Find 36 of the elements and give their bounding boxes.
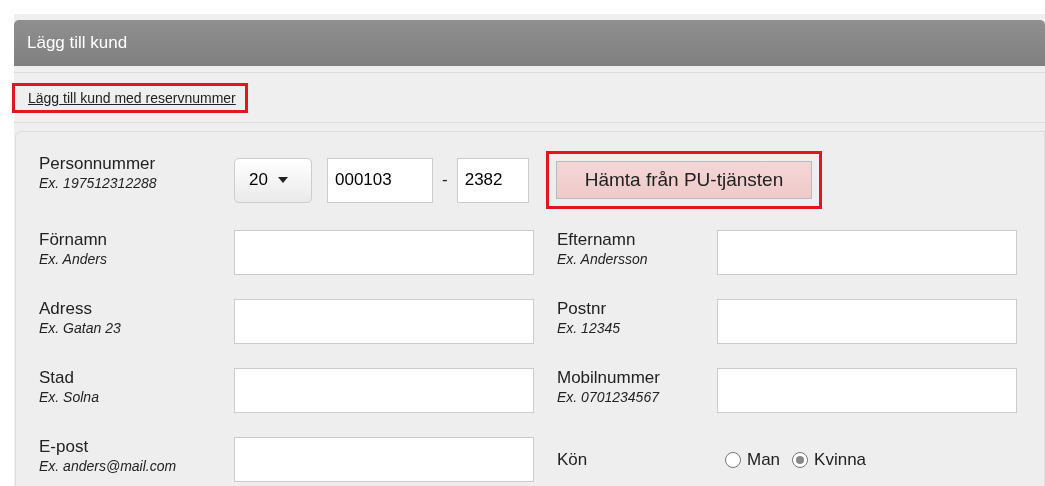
field-label: Kön bbox=[557, 449, 589, 470]
text-field[interactable] bbox=[717, 368, 1017, 413]
example-text: Ex. anders@mail.com bbox=[39, 456, 178, 475]
field-label: Förnamn bbox=[39, 230, 109, 250]
example-text: Ex. Anders bbox=[39, 249, 108, 268]
field-label: Stad bbox=[39, 368, 75, 388]
text-field[interactable] bbox=[234, 437, 534, 482]
separator-text: - bbox=[442, 169, 448, 192]
radio-button[interactable] bbox=[792, 451, 809, 468]
fetch-button[interactable]: Hämta från PU-tjänsten bbox=[555, 161, 813, 199]
reserve-number-link[interactable]: Lägg till kund med reservnummer bbox=[15, 82, 245, 115]
example-text: Ex. 12345 bbox=[557, 318, 622, 337]
radio-button[interactable] bbox=[725, 451, 741, 468]
field-label: Adress bbox=[39, 299, 93, 319]
example-text: Ex. 0701234567 bbox=[557, 387, 661, 406]
field-label: Personnummer bbox=[39, 154, 157, 174]
text-field[interactable] bbox=[717, 230, 1017, 275]
radio-label: Man bbox=[747, 448, 781, 471]
century-dropdown[interactable]: 20 bbox=[234, 157, 312, 203]
text-field[interactable] bbox=[234, 299, 534, 344]
example-text: Ex. 197512312288 bbox=[39, 173, 158, 192]
radio-label: Kvinna bbox=[814, 448, 867, 471]
field-label: E-post bbox=[39, 437, 90, 457]
caret-icon bbox=[277, 177, 288, 183]
text-field[interactable] bbox=[234, 230, 534, 275]
example-text: Ex. Gatan 23 bbox=[39, 318, 122, 337]
suffix-field[interactable]: 2382 bbox=[456, 157, 529, 203]
example-text: Ex. Solna bbox=[39, 387, 100, 406]
example-text: Ex. Andersson bbox=[557, 249, 649, 268]
field-label: Mobilnummer bbox=[557, 368, 661, 388]
field-label: Efternamn bbox=[557, 230, 637, 250]
date-field[interactable]: 000103 bbox=[327, 157, 433, 203]
text-field[interactable] bbox=[717, 299, 1017, 344]
field-label: Postnr bbox=[557, 299, 608, 319]
text-field[interactable] bbox=[234, 368, 534, 413]
panel-title: Lägg till kund bbox=[27, 32, 128, 55]
